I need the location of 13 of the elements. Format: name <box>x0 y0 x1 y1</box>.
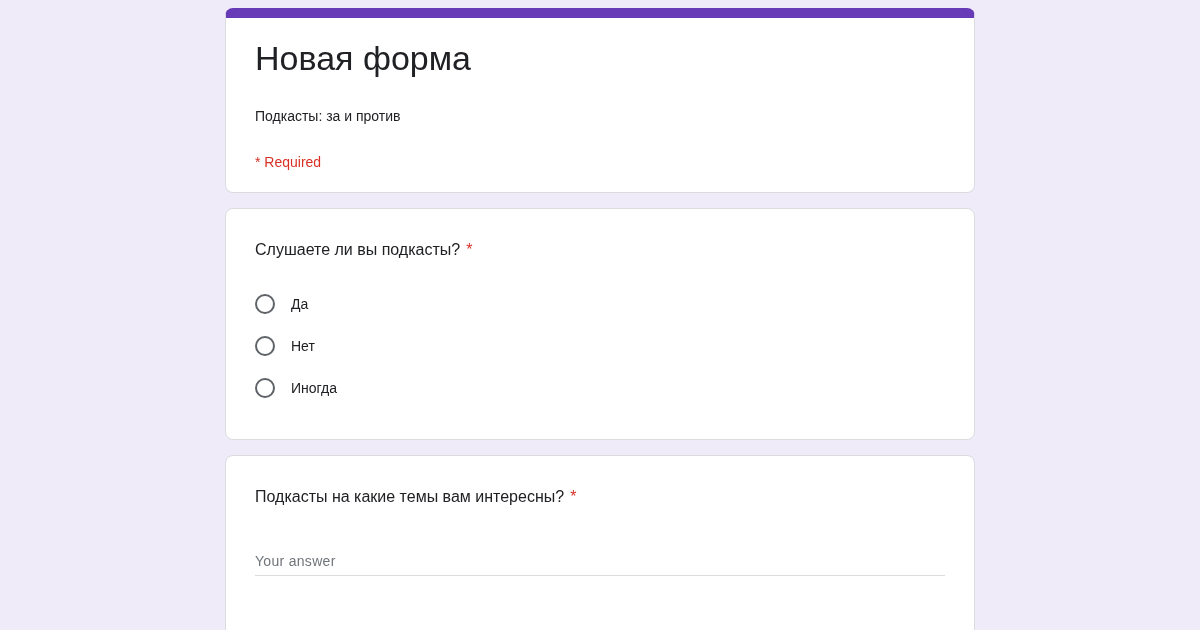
option-label[interactable]: Нет <box>291 338 315 354</box>
question-text: Слушаете ли вы подкасты? <box>255 240 461 260</box>
required-asterisk: * <box>570 487 577 507</box>
option-label[interactable]: Иногда <box>291 380 337 396</box>
question-text: Подкасты на какие темы вам интересны? <box>255 487 565 507</box>
radio-button[interactable] <box>255 336 275 356</box>
required-asterisk: * <box>466 240 473 260</box>
radio-button[interactable] <box>255 378 275 398</box>
form-description: Подкасты: за и против <box>255 108 402 124</box>
form-title: Новая форма <box>255 38 472 79</box>
required-note: * Required <box>255 154 323 170</box>
radio-button[interactable] <box>255 294 275 314</box>
option-label[interactable]: Да <box>291 296 309 312</box>
